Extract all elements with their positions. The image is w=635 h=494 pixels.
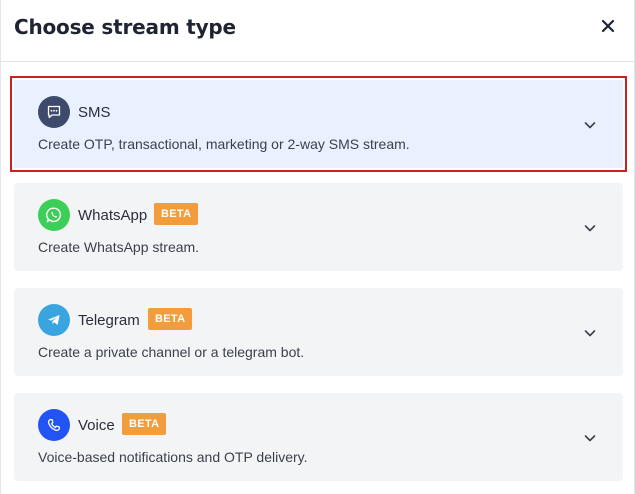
stream-option-sms[interactable]: SMS Create OTP, transactional, marketing… <box>10 76 627 172</box>
chevron-down-icon[interactable] <box>583 326 597 340</box>
option-name: WhatsApp <box>78 207 148 224</box>
telegram-icon <box>38 304 70 336</box>
stream-option-telegram[interactable]: Telegram BETA Create a private channel o… <box>14 288 623 376</box>
beta-badge: BETA <box>148 308 193 330</box>
beta-badge: BETA <box>154 203 199 225</box>
stream-option-voice[interactable]: Voice BETA Voice-based notifications and… <box>14 393 623 481</box>
dialog-header: Choose stream type <box>1 0 634 62</box>
dialog-title: Choose stream type <box>14 15 236 39</box>
sms-message-icon <box>38 96 70 128</box>
option-name: SMS <box>78 104 111 121</box>
chevron-down-icon[interactable] <box>583 431 597 445</box>
option-name: Voice <box>78 417 115 434</box>
whatsapp-icon <box>38 199 70 231</box>
option-description: Create a private channel or a telegram b… <box>38 344 305 360</box>
option-description: Create WhatsApp stream. <box>38 239 200 255</box>
choose-stream-dialog: Choose stream type SMS Create OTP, trans… <box>0 0 635 494</box>
close-icon[interactable] <box>600 18 616 34</box>
option-description: Voice-based notifications and OTP delive… <box>38 449 308 465</box>
option-name: Telegram <box>78 312 140 329</box>
chevron-down-icon[interactable] <box>583 118 597 132</box>
chevron-down-icon[interactable] <box>583 221 597 235</box>
beta-badge: BETA <box>122 413 167 435</box>
phone-icon <box>38 409 70 441</box>
stream-option-whatsapp[interactable]: WhatsApp BETA Create WhatsApp stream. <box>14 183 623 271</box>
option-description: Create OTP, transactional, marketing or … <box>38 136 410 152</box>
